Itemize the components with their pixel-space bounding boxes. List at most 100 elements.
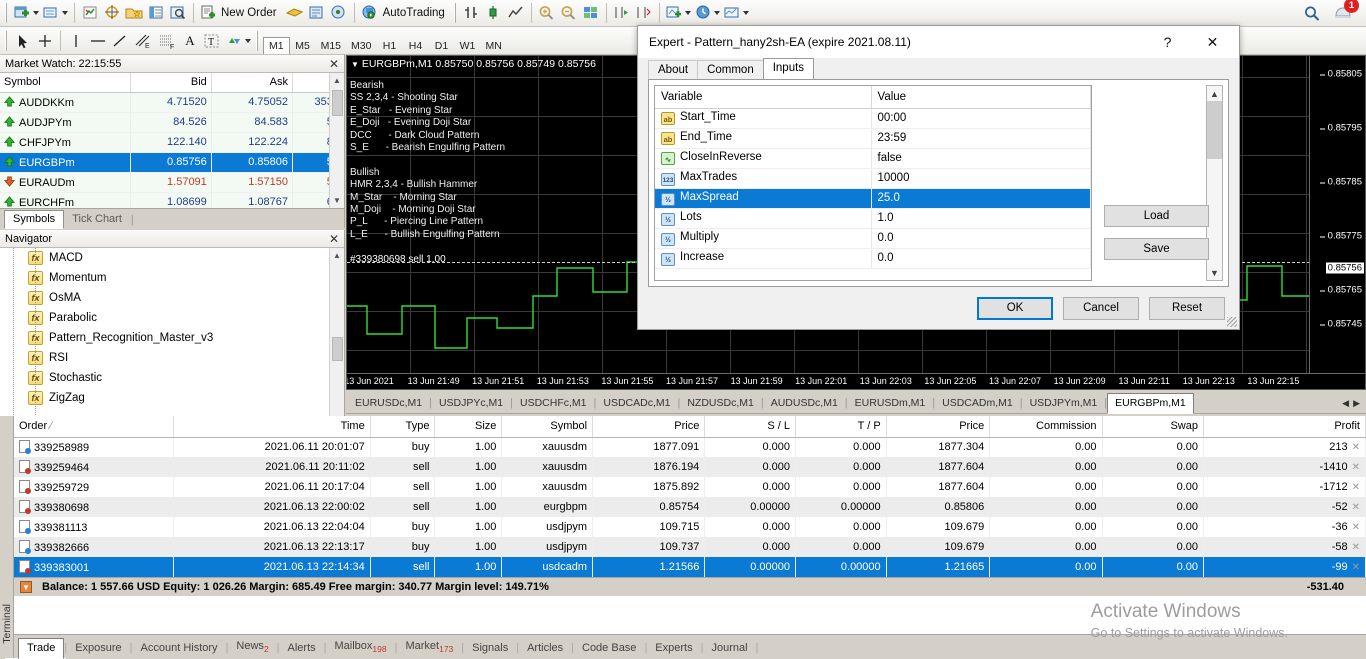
close-order-icon[interactable]: ✕ <box>1348 542 1360 553</box>
toolbar-grip[interactable] <box>5 30 9 51</box>
search-icon[interactable] <box>1301 2 1323 24</box>
input-row[interactable]: ½ Lots 1.0 <box>655 208 1091 229</box>
timeframe-m30[interactable]: M30 <box>346 38 376 54</box>
close-order-icon[interactable]: ✕ <box>1348 462 1360 473</box>
zoom-in-icon[interactable] <box>536 2 558 24</box>
mw-tab-tick-chart[interactable]: Tick Chart <box>64 211 130 228</box>
scroll-down-icon[interactable]: ▼ <box>329 193 344 208</box>
crosshair-cursor-icon[interactable] <box>34 30 56 52</box>
timeframe-w1[interactable]: W1 <box>454 38 480 54</box>
new-chart-icon[interactable] <box>12 2 41 24</box>
timeframe-h4[interactable]: H4 <box>402 38 428 54</box>
column-header-bid[interactable]: Bid <box>130 73 212 93</box>
cancel-button[interactable]: Cancel <box>1063 296 1139 320</box>
navigator-item[interactable]: fxRSI <box>0 348 344 368</box>
column-header-order[interactable]: Order ∕ <box>14 416 175 438</box>
inputs-list[interactable]: Variable Value ab Start_Time 00:00 ab End_Tim… <box>654 85 1092 281</box>
navigator-item[interactable]: fxZigZag <box>0 388 344 408</box>
chart-tab-nav[interactable]: ◀ ▶ <box>1336 398 1366 413</box>
terminal-tab-market[interactable]: Market173 <box>397 637 461 658</box>
time-axis[interactable]: 13 Jun 2021 13 Jun 21:49 13 Jun 21:51 13 Ju… <box>347 373 1365 389</box>
value-cell[interactable]: 0.0 <box>871 228 1091 249</box>
column-header-profit[interactable]: Profit <box>1203 416 1366 438</box>
column-header-price[interactable]: Price <box>886 416 991 438</box>
line-chart-icon[interactable] <box>505 2 527 24</box>
table-row[interactable]: 339259729 2021.06.11 20:17:04 sell 1.00 xauu… <box>14 477 1366 497</box>
column-header-tp[interactable]: T / P <box>795 416 887 438</box>
metaeditor-icon[interactable] <box>306 2 328 24</box>
column-header-variable[interactable]: Variable <box>655 86 872 109</box>
scroll-up-icon[interactable]: ▲ <box>329 248 344 263</box>
toolbar-grip[interactable] <box>453 3 458 23</box>
chevron-down-icon[interactable] <box>742 11 749 15</box>
indicators-icon[interactable] <box>664 2 693 24</box>
column-header-swap[interactable]: Swap <box>1102 416 1205 438</box>
arrows-icon[interactable] <box>223 30 253 52</box>
input-row[interactable]: ½ MaxSpread 25.0 <box>655 188 1091 209</box>
bar-chart-icon[interactable] <box>461 2 483 24</box>
value-cell[interactable]: 10000 <box>871 168 1091 189</box>
dialog-tab-common[interactable]: Common <box>697 60 764 79</box>
cursor-icon[interactable] <box>12 30 34 52</box>
market-watch-icon[interactable] <box>79 2 101 24</box>
value-cell[interactable]: 00:00 <box>871 108 1091 129</box>
terminal-tab-trade[interactable]: Trade <box>18 638 65 659</box>
help-icon[interactable]: ? <box>1145 27 1190 58</box>
chart-tab-audusdc[interactable]: AUDUSDc,M1 <box>764 394 845 413</box>
tile-windows-icon[interactable] <box>580 2 602 24</box>
data-window-icon[interactable] <box>145 2 167 24</box>
value-cell[interactable]: 25.0 <box>871 188 1091 209</box>
text-label-icon[interactable]: T <box>201 30 223 52</box>
value-cell[interactable]: 1.0 <box>871 208 1091 229</box>
table-row[interactable]: 339259464 2021.06.11 20:11:02 sell 1.00 xauu… <box>14 457 1366 477</box>
value-cell[interactable]: false <box>871 148 1091 169</box>
trendline-icon[interactable] <box>109 30 131 52</box>
fibonacci-icon[interactable]: F <box>155 30 179 52</box>
candlestick-chart-icon[interactable] <box>483 2 505 24</box>
chevron-down-icon[interactable] <box>684 11 691 15</box>
terminal-tab-news[interactable]: News2 <box>228 637 276 658</box>
signals-icon[interactable] <box>328 2 350 24</box>
chevron-left-icon[interactable]: ◀ <box>1342 398 1349 409</box>
chart-tab-usdjpyc[interactable]: USDJPYc,M1 <box>432 394 510 413</box>
close-order-icon[interactable]: ✕ <box>1348 482 1360 493</box>
chart-tab-eurusdm[interactable]: EURUSDm,M1 <box>848 394 933 413</box>
autotrading-button[interactable]: AutoTrading <box>359 2 451 24</box>
value-cell[interactable]: 23:59 <box>871 128 1091 149</box>
toolbar-grip[interactable] <box>5 3 9 23</box>
terminal-tab-articles[interactable]: Articles <box>519 639 571 658</box>
vertical-line-icon[interactable] <box>65 30 87 52</box>
market-watch-row[interactable]: AUDDKKm 4.71520 4.75052 3532 <box>0 92 344 113</box>
column-header-symbol[interactable]: Symbol <box>501 416 594 438</box>
notifications-icon[interactable]: 1 <box>1331 0 1359 24</box>
equidistant-channel-icon[interactable]: E <box>131 30 155 52</box>
chart-tab-eurusdc[interactable]: EURUSDc,M1 <box>348 394 429 413</box>
input-row[interactable]: ab Start_Time 00:00 <box>655 108 1091 129</box>
market-watch-row[interactable]: CHFJPYm122.140122.22484 <box>0 132 344 153</box>
close-icon[interactable]: ✕ <box>1190 27 1235 58</box>
close-order-icon[interactable]: ✕ <box>1348 442 1360 453</box>
chart-tab-usdchfc[interactable]: USDCHFc,M1 <box>513 394 594 413</box>
navigator-item[interactable]: fxStochastic <box>0 368 344 388</box>
terminal-tab-account-history[interactable]: Account History <box>133 639 226 658</box>
input-row[interactable]: 123 MaxTrades 10000 <box>655 168 1091 189</box>
navigator-item[interactable]: fxPattern_Recognition_Master_v3 <box>0 328 344 348</box>
market-watch-row[interactable]: EURAUDm1.570911.5715059 <box>0 172 344 193</box>
close-icon[interactable]: ✕ <box>329 233 339 245</box>
expert-advisors-icon[interactable] <box>283 2 306 24</box>
chevron-down-icon[interactable] <box>245 38 251 43</box>
navigator-item[interactable]: fxOsMA <box>0 288 344 308</box>
navigator-item[interactable]: fxParabolic <box>0 308 344 328</box>
mw-tab-symbols[interactable]: Symbols <box>4 210 65 229</box>
close-order-icon[interactable]: ✕ <box>1348 562 1360 573</box>
market-watch-scrollbar[interactable]: ▲ ▼ <box>329 73 344 208</box>
column-header-sl[interactable]: S / L <box>704 416 796 438</box>
market-watch-row[interactable]: EURGBPm0.857560.8580650 <box>0 152 344 173</box>
zoom-out-icon[interactable] <box>558 2 580 24</box>
chart-tab-eurgbpm[interactable]: EURGBPm,M1 <box>1107 393 1194 414</box>
timeframe-m5[interactable]: M5 <box>290 38 316 54</box>
timeframe-h1[interactable]: H1 <box>376 38 402 54</box>
auto-scroll-icon[interactable] <box>633 2 655 24</box>
dialog-tab-inputs[interactable]: Inputs <box>762 58 815 79</box>
terminal-tab-journal[interactable]: Journal <box>703 639 755 658</box>
